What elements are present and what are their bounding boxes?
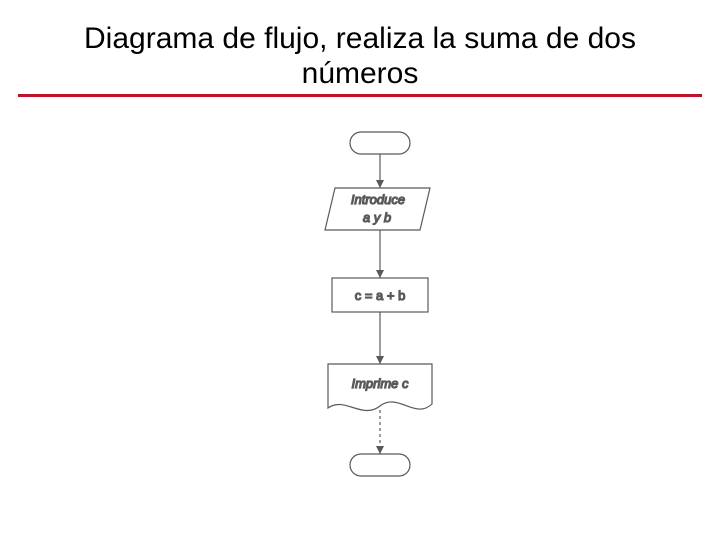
title-underline	[18, 94, 702, 97]
slide-title-line2: números	[0, 57, 720, 92]
flowchart-input-line1: Introduce	[351, 192, 405, 207]
flowchart-output-label: Imprime c	[351, 376, 409, 391]
flowchart-start	[350, 132, 410, 154]
flowchart-end	[350, 454, 410, 476]
slide-title: Diagrama de flujo, realiza la suma de do…	[0, 22, 720, 91]
slide-title-line1: Diagrama de flujo, realiza la suma de do…	[0, 22, 720, 57]
flowchart-process-label: c = a + b	[355, 288, 406, 303]
flowchart: Introduce a y b c = a + b Imprime c	[280, 130, 480, 510]
slide: Diagrama de flujo, realiza la suma de do…	[0, 0, 720, 540]
flowchart-input-line2: a y b	[363, 210, 391, 225]
